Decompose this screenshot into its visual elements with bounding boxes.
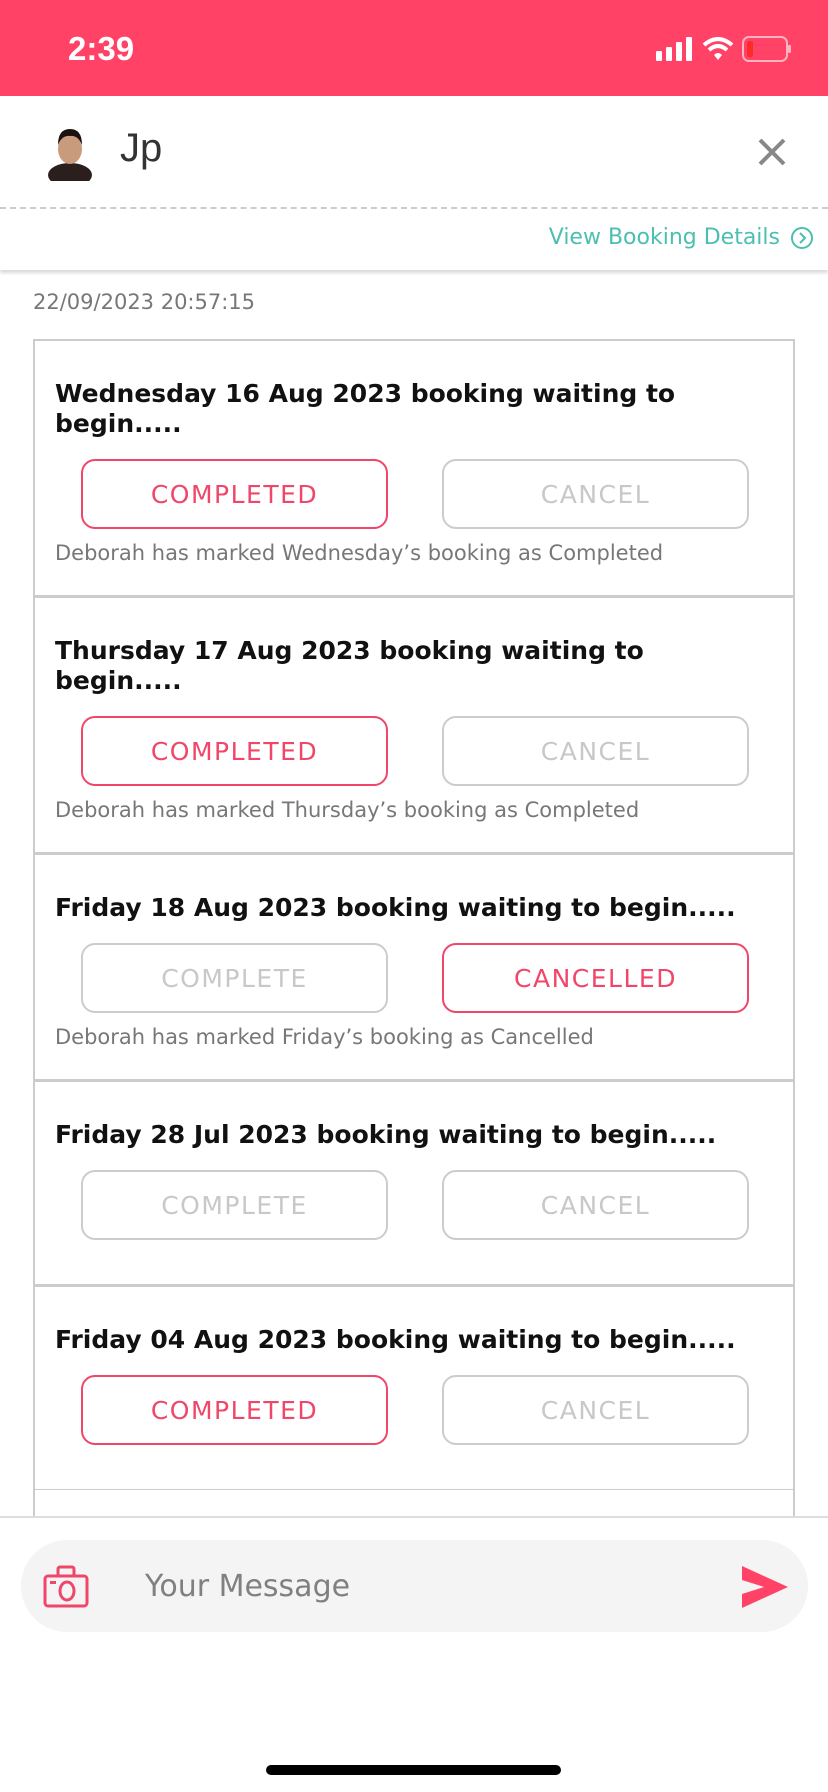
message-timestamp: 22/09/2023 20:57:15 <box>33 290 256 314</box>
battery-low-icon <box>742 36 791 62</box>
complete-button[interactable]: COMPLETED <box>81 716 388 786</box>
complete-button[interactable]: COMPLETE <box>81 943 388 1013</box>
booking-card: Friday 04 Aug 2023 booking waiting to be… <box>35 1285 793 1490</box>
close-icon[interactable] <box>752 132 792 172</box>
complete-button[interactable]: COMPLETED <box>81 459 388 529</box>
signal-icon <box>656 37 692 61</box>
booking-details-bar: View Booking Details <box>0 211 828 270</box>
avatar[interactable] <box>46 123 94 181</box>
booking-status-note: Deborah has marked Friday’s booking as C… <box>55 1025 594 1049</box>
camera-icon[interactable] <box>43 1564 89 1608</box>
view-booking-details-label: View Booking Details <box>548 225 780 250</box>
booking-title: Friday 18 Aug 2023 booking waiting to be… <box>55 893 736 922</box>
status-bar: 2:39 <box>0 0 828 96</box>
booking-title: Friday 04 Aug 2023 booking waiting to be… <box>55 1325 736 1354</box>
status-time: 2:39 <box>68 30 135 67</box>
booking-card: Friday 18 Aug 2023 booking waiting to be… <box>35 853 793 1080</box>
booking-title: Wednesday 16 Aug 2023 booking waiting to… <box>55 379 676 438</box>
booking-card: Wednesday 16 Aug 2023 booking waiting to… <box>35 339 793 596</box>
cancel-button[interactable]: CANCELLED <box>442 943 749 1013</box>
booking-title: Thursday 17 Aug 2023 booking waiting to … <box>55 636 644 695</box>
chat-header: Jp <box>0 96 828 209</box>
complete-button[interactable]: COMPLETED <box>81 1375 388 1445</box>
contact-name: Jp <box>120 126 163 170</box>
home-indicator <box>266 1765 561 1775</box>
view-booking-details-link[interactable]: View Booking Details <box>549 225 814 250</box>
cancel-button[interactable]: CANCEL <box>442 1375 749 1445</box>
booking-card: Friday 28 Jul 2023 booking waiting to be… <box>35 1080 793 1285</box>
booking-title: Friday 28 Jul 2023 booking waiting to be… <box>55 1120 717 1149</box>
complete-button[interactable]: COMPLETE <box>81 1170 388 1240</box>
chevron-right-circle-icon <box>791 226 813 249</box>
wifi-icon <box>702 37 734 60</box>
booking-status-note: Deborah has marked Thursday’s booking as… <box>55 798 640 822</box>
message-composer <box>0 1516 828 1792</box>
booking-list: Wednesday 16 Aug 2023 booking waiting to… <box>33 339 795 1516</box>
message-input[interactable] <box>145 1556 705 1616</box>
booking-card: Thursday 17 Aug 2023 booking waiting to … <box>35 596 793 853</box>
cancel-button[interactable]: CANCEL <box>442 459 749 529</box>
booking-status-note: Deborah has marked Wednesday’s booking a… <box>55 541 664 565</box>
cancel-button[interactable]: CANCEL <box>442 716 749 786</box>
cancel-button[interactable]: CANCEL <box>442 1170 749 1240</box>
send-icon[interactable] <box>742 1566 788 1608</box>
